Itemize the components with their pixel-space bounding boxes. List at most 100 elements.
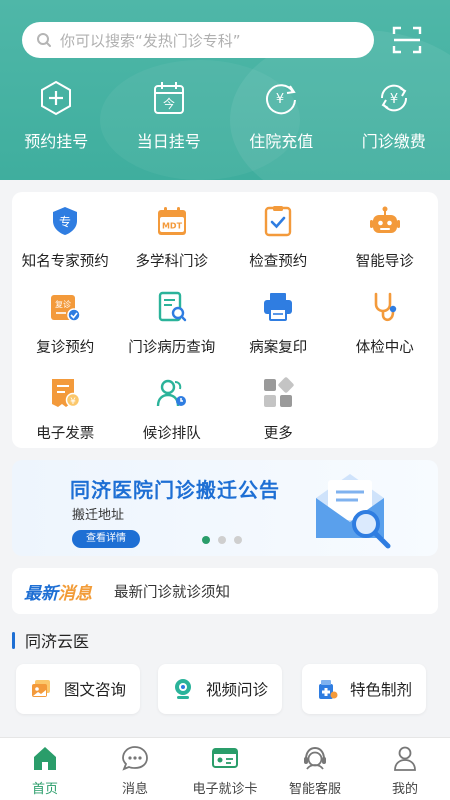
service-label: 体检中心	[355, 340, 414, 356]
service-queue[interactable]: 候诊排队	[119, 374, 226, 460]
bottom-tab-bar: 首页 消息 电子就诊卡 智能客服 我的	[0, 737, 450, 800]
header-banner: 你可以搜索“发热门诊专科” 预约挂号 今 当日挂号 ¥ 住院充值 ¥ 门诊缴费	[0, 0, 450, 180]
service-label: 检查预约	[249, 254, 308, 270]
service-label: 多学科门诊	[135, 254, 209, 270]
cloud-section-title: 同济云医	[25, 632, 90, 651]
latest-news-bar[interactable]: 最新消息 最新门诊就诊须知	[12, 568, 438, 614]
cloud-image-consult[interactable]: 图文咨询	[16, 664, 140, 714]
service-label: 复诊预约	[36, 340, 95, 356]
record-search-icon	[158, 291, 186, 322]
cloud-item-label: 视频问诊	[205, 681, 268, 699]
news-text[interactable]: 最新门诊就诊须知	[114, 581, 230, 602]
section-accent-bar	[12, 631, 15, 649]
expert-shield-icon: 专	[53, 207, 78, 235]
carousel-indicator[interactable]	[202, 536, 242, 544]
quick-action-recharge[interactable]: ¥ 住院充值	[225, 80, 338, 152]
search-input[interactable]: 你可以搜索“发热门诊专科”	[22, 22, 374, 58]
home-icon	[34, 747, 56, 770]
news-tag: 最新消息	[24, 579, 92, 604]
service-checkup-center[interactable]: 体检中心	[332, 288, 439, 374]
svg-text:¥: ¥	[276, 92, 284, 107]
search-placeholder: 你可以搜索“发热门诊专科”	[60, 31, 241, 50]
mdt-calendar-icon: MDT	[157, 207, 186, 235]
revisit-calendar-icon: 复诊	[51, 295, 81, 322]
quick-action-label: 门诊缴费	[361, 132, 426, 151]
card-icon	[212, 748, 238, 768]
tab-messages[interactable]: 消息	[90, 738, 180, 800]
printer-icon	[264, 293, 293, 321]
quick-action-label: 住院充值	[249, 132, 314, 151]
cloud-special-medicine[interactable]: 特色制剂	[302, 664, 426, 714]
service-more[interactable]: 更多	[225, 374, 332, 460]
tab-label: 消息	[121, 782, 148, 797]
announcement-banner[interactable]: 同济医院门诊搬迁公告 搬迁地址 查看详情	[12, 460, 438, 556]
calendar-today-icon: 今	[153, 82, 184, 114]
svg-text:¥: ¥	[70, 397, 76, 407]
tab-label: 电子就诊卡	[192, 782, 258, 797]
service-revisit[interactable]: 复诊 复诊预约	[12, 288, 119, 374]
service-label: 更多	[263, 426, 293, 442]
services-grid: 专 知名专家预约 MDT 多学科门诊 检查预约 智能导诊 复诊 复诊预约 门诊病…	[12, 192, 438, 460]
service-label: 病案复印	[249, 340, 308, 356]
user-icon	[394, 746, 416, 771]
banner-detail-button[interactable]: 查看详情	[72, 530, 140, 548]
checklist-icon	[265, 206, 292, 237]
envelope-search-icon	[316, 474, 391, 549]
svg-text:今: 今	[163, 96, 175, 111]
carousel-dot[interactable]	[218, 536, 226, 544]
plus-circle-icon	[41, 80, 72, 116]
cloud-item-label: 特色制剂	[349, 681, 412, 699]
customer-service-icon	[304, 746, 326, 770]
service-label: 知名专家预约	[21, 254, 109, 270]
mdt-text: MDT	[162, 222, 183, 231]
quick-action-appointment[interactable]: 预约挂号	[0, 80, 113, 152]
service-record-query[interactable]: 门诊病历查询	[119, 288, 226, 374]
tab-e-card[interactable]: 电子就诊卡	[180, 738, 270, 800]
tab-label: 智能客服	[288, 782, 341, 797]
image-chat-icon	[31, 680, 50, 697]
revisit-text: 复诊	[55, 299, 71, 309]
medicine-icon	[318, 680, 338, 699]
tab-label: 首页	[31, 782, 58, 797]
service-smart-guide[interactable]: 智能导诊	[332, 202, 439, 288]
cloud-item-label: 图文咨询	[63, 681, 126, 699]
search-icon	[37, 33, 51, 47]
news-tag-suffix: 消息	[58, 583, 92, 604]
tab-home[interactable]: 首页	[0, 738, 90, 800]
message-icon	[122, 746, 148, 771]
tab-profile[interactable]: 我的	[360, 738, 450, 800]
service-label: 智能导诊	[355, 254, 414, 270]
more-grid-icon	[264, 377, 294, 407]
quick-action-payment[interactable]: ¥ 门诊缴费	[338, 80, 450, 152]
stethoscope-icon	[374, 292, 396, 322]
cloud-video-consult[interactable]: 视频问诊	[158, 664, 282, 714]
webcam-icon	[174, 679, 191, 699]
yuan-recharge-icon: ¥	[266, 84, 297, 115]
quick-action-sameday[interactable]: 今 当日挂号	[113, 80, 226, 152]
service-expert-appointment[interactable]: 专 知名专家预约	[12, 202, 119, 288]
services-card: 专 知名专家预约 MDT 多学科门诊 检查预约 智能导诊 复诊 复诊预约 门诊病…	[12, 192, 438, 448]
banner-subtitle: 搬迁地址	[72, 508, 125, 523]
invoice-icon: ¥	[52, 379, 81, 408]
banner-title: 同济医院门诊搬迁公告	[70, 478, 280, 502]
carousel-dot[interactable]	[234, 536, 242, 544]
tab-customer-service[interactable]: 智能客服	[270, 738, 360, 800]
svg-text:¥: ¥	[390, 92, 398, 107]
quick-action-label: 当日挂号	[136, 132, 201, 151]
news-tag-prefix: 最新	[24, 583, 58, 604]
quick-actions: 预约挂号 今 当日挂号 ¥ 住院充值 ¥ 门诊缴费	[0, 80, 450, 152]
service-label: 电子发票	[36, 426, 95, 442]
service-label: 门诊病历查询	[128, 340, 216, 356]
robot-icon	[369, 206, 400, 233]
queue-people-icon	[156, 379, 186, 407]
quick-action-label: 预约挂号	[24, 132, 89, 151]
service-mdt[interactable]: MDT 多学科门诊	[119, 202, 226, 288]
service-exam-appointment[interactable]: 检查预约	[225, 202, 332, 288]
cloud-section-header: 同济云医	[12, 628, 89, 652]
service-e-invoice[interactable]: ¥ 电子发票	[12, 374, 119, 460]
carousel-dot[interactable]	[202, 536, 210, 544]
service-record-copy[interactable]: 病案复印	[225, 288, 332, 374]
expert-shield-text: 专	[59, 214, 71, 229]
yuan-refresh-icon: ¥	[380, 84, 407, 112]
scan-icon[interactable]	[392, 25, 422, 55]
